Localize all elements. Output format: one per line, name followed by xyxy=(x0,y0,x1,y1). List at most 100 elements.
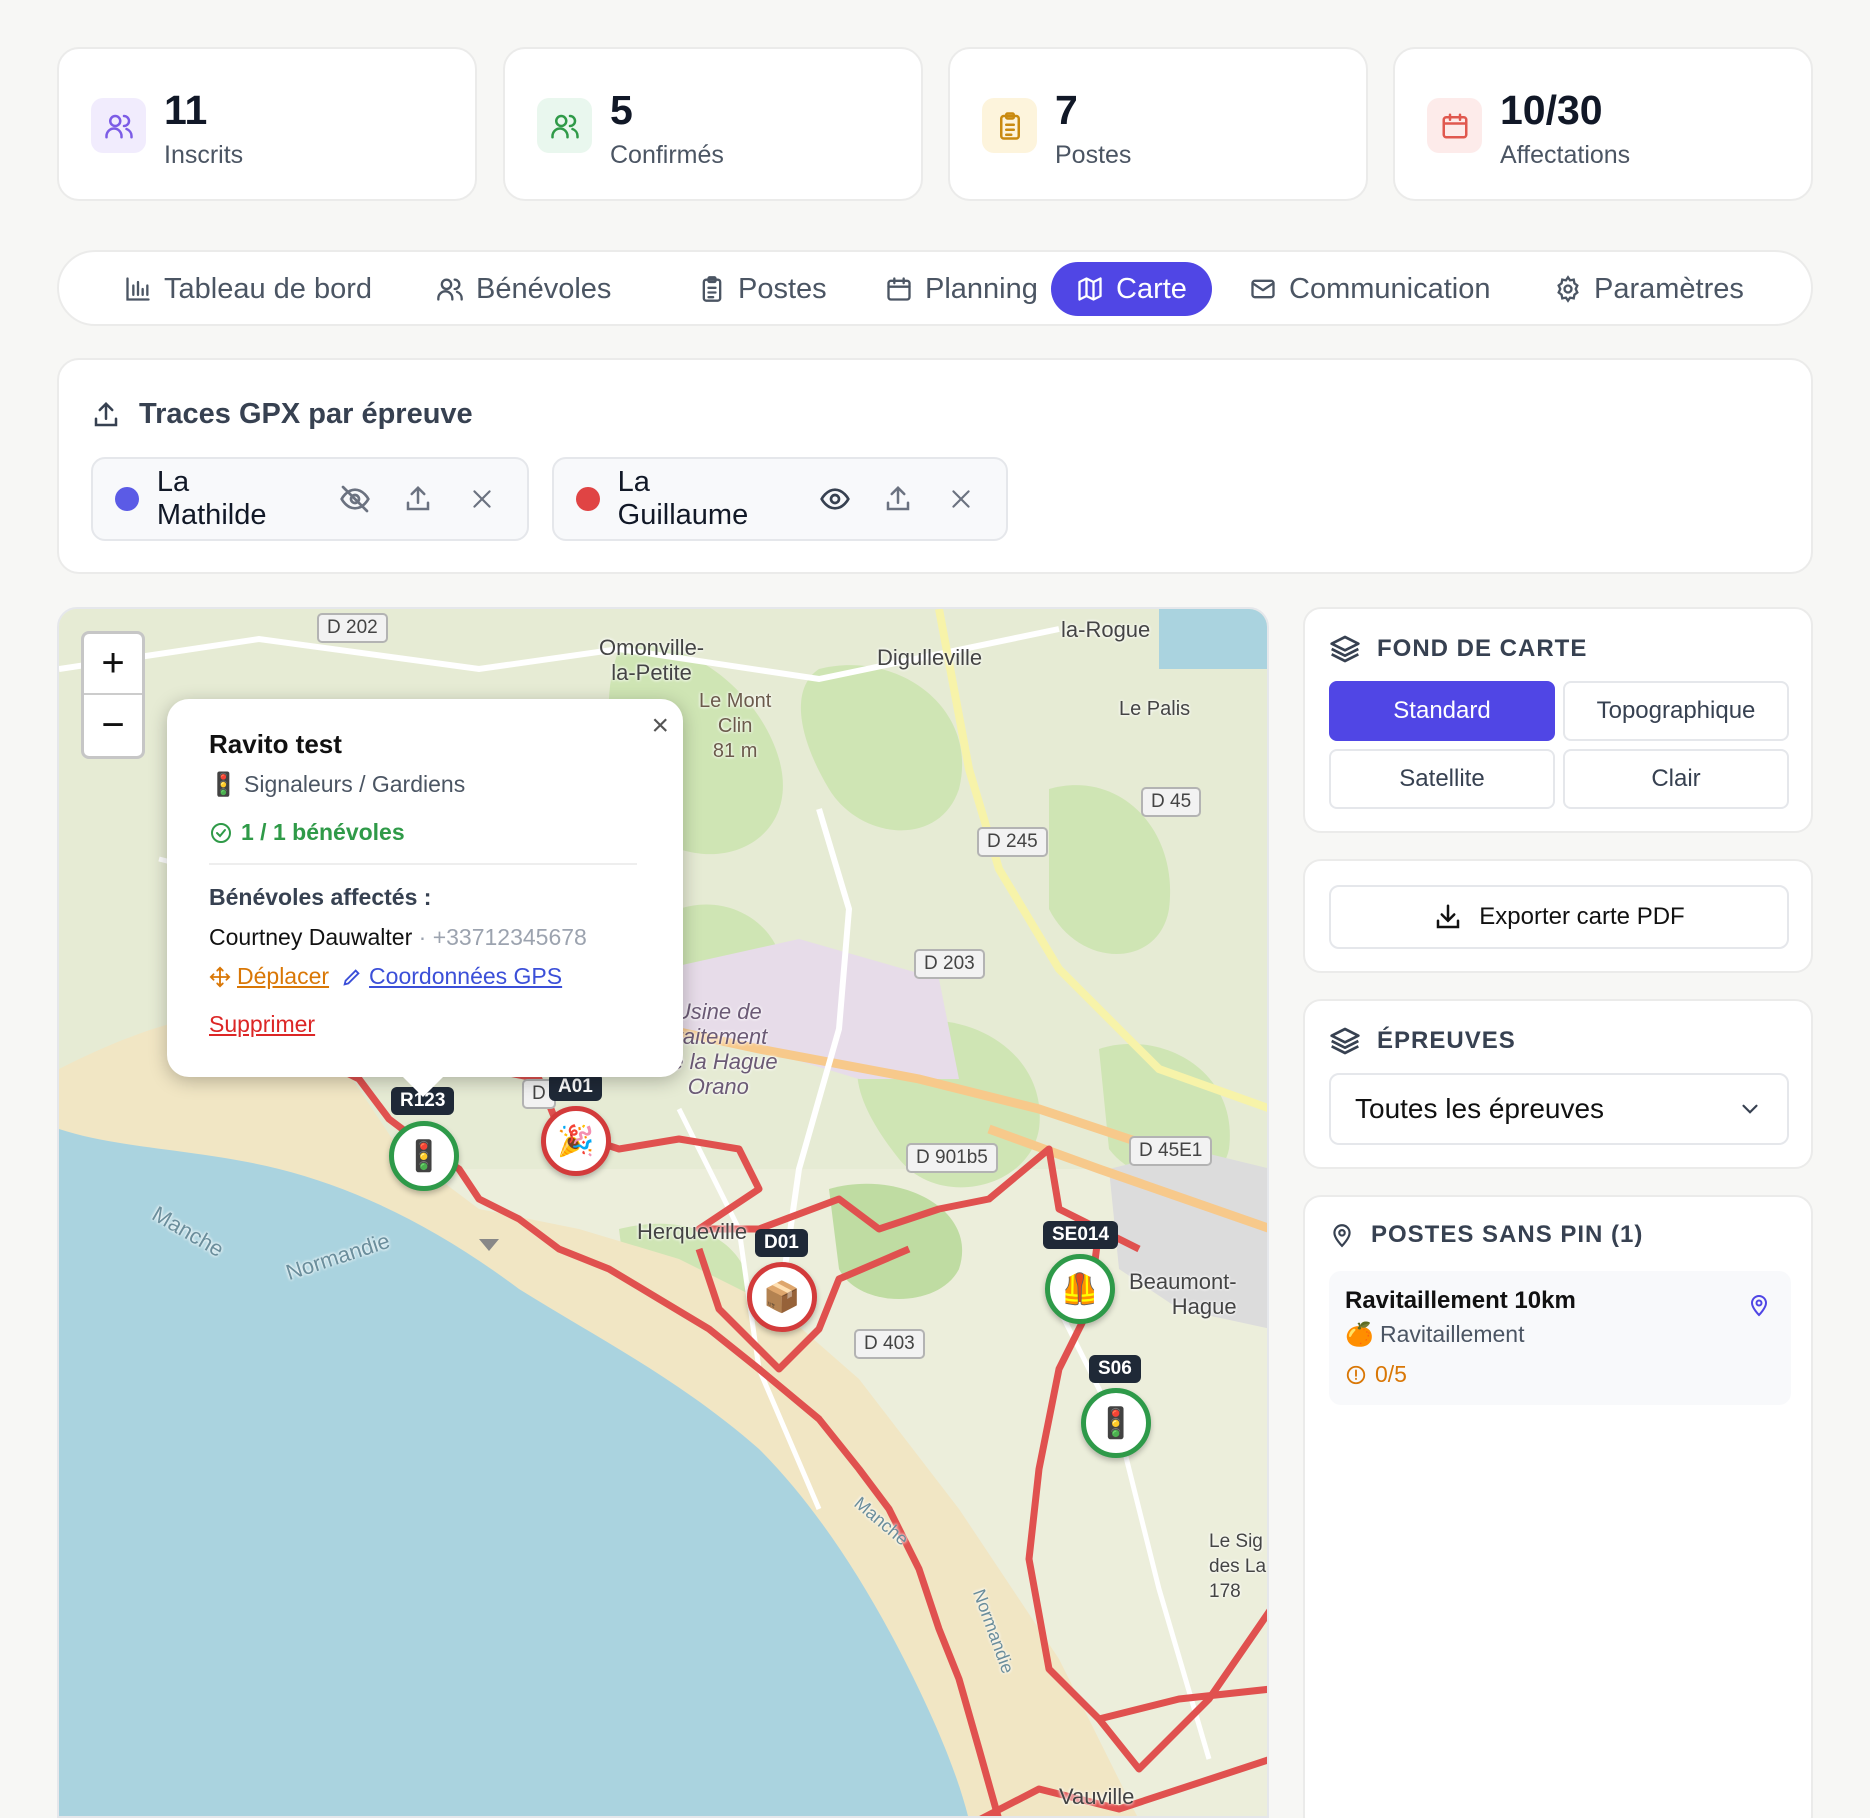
tab-label: Carte xyxy=(1116,272,1187,305)
stat-label: Confirmés xyxy=(610,141,724,169)
pin-code-tag: S06 xyxy=(1089,1355,1141,1383)
map-pin-s06[interactable]: 🚦 xyxy=(1081,1388,1151,1458)
popup-close-button[interactable]: × xyxy=(651,709,669,743)
popup-actions: Déplacer Coordonnées GPS xyxy=(209,963,562,990)
zoom-control: + − xyxy=(81,631,145,759)
map-pin-d01[interactable]: 📦 xyxy=(747,1262,817,1332)
eye-icon[interactable] xyxy=(812,483,857,515)
calendar-icon xyxy=(1427,98,1482,153)
gps-action[interactable]: Coordonnées GPS xyxy=(341,963,562,990)
road-label: D 203 xyxy=(914,949,985,979)
traffic-light-icon: 🚦 xyxy=(209,771,238,797)
stat-label: Inscrits xyxy=(164,141,244,169)
place-label: Le Palis xyxy=(1119,698,1191,720)
basemap-satellite-button[interactable]: Satellite xyxy=(1329,749,1555,809)
race-name: La Mathilde xyxy=(156,466,267,531)
races-filter-title: ÉPREUVES xyxy=(1329,1025,1516,1057)
tab-parametres[interactable]: Paramètres xyxy=(1529,262,1769,316)
pencil-icon xyxy=(343,968,360,986)
road-label: D 901b5 xyxy=(906,1143,998,1173)
stat-card-inscrits: 11 Inscrits xyxy=(57,47,477,201)
races-select[interactable]: Toutes les épreuves xyxy=(1329,1073,1789,1145)
popup-volunteer-count: 1 / 1 bénévoles xyxy=(209,819,405,846)
users-icon xyxy=(91,98,146,153)
no-pin-item-name: Ravitaillement 10km xyxy=(1345,1287,1576,1314)
road-label: D 202 xyxy=(317,613,388,643)
place-label: Digulleville xyxy=(877,645,983,670)
tab-postes[interactable]: Postes xyxy=(673,262,852,316)
alert-circle-icon xyxy=(1346,1365,1366,1384)
gear-icon xyxy=(1557,275,1579,303)
race-color-dot xyxy=(576,487,600,511)
orange-icon: 🍊 xyxy=(1345,1321,1374,1347)
export-pdf-button[interactable]: Exporter carte PDF xyxy=(1329,885,1789,949)
stat-card-confirmes: 5 Confirmés xyxy=(503,47,923,201)
clipboard-icon xyxy=(702,276,722,302)
map-pin-r123[interactable]: 🚦 xyxy=(389,1121,459,1191)
mail-icon xyxy=(1251,279,1275,299)
basemap-panel: FOND DE CARTE Standard Topographique Sat… xyxy=(1303,607,1813,833)
no-pin-item-count: 0/5 xyxy=(1345,1361,1407,1388)
basemap-clair-button[interactable]: Clair xyxy=(1563,749,1789,809)
no-pin-item-type: 🍊 Ravitaillement xyxy=(1345,1321,1525,1347)
move-action[interactable]: Déplacer xyxy=(209,963,329,990)
road-label: D 403 xyxy=(854,1329,925,1359)
pin-code-tag: SE014 xyxy=(1043,1221,1119,1249)
place-label: Beaumont- Hague xyxy=(1129,1269,1237,1319)
no-pin-title: POSTES SANS PIN (1) xyxy=(1329,1221,1643,1249)
bar-chart-icon xyxy=(126,277,150,301)
tab-benevoles[interactable]: Bénévoles xyxy=(411,262,636,316)
place-label: Omonville- la-Petite xyxy=(599,635,705,685)
tab-label: Paramètres xyxy=(1594,272,1744,305)
basemap-topographique-button[interactable]: Topographique xyxy=(1563,681,1789,741)
popup-type: 🚦 Signaleurs / Gardiens xyxy=(209,771,466,797)
stat-value: 7 xyxy=(1055,87,1078,133)
tab-label: Communication xyxy=(1289,272,1491,305)
upload-icon[interactable] xyxy=(875,484,920,514)
popup-volunteer: Courtney Dauwalter · +33712345678 xyxy=(209,924,587,950)
race-name: La Guillaume xyxy=(617,466,749,531)
tab-label: Tableau de bord xyxy=(164,272,372,305)
place-label: Le Sig des La 178 xyxy=(1209,1531,1267,1602)
basemap-standard-button[interactable]: Standard xyxy=(1329,681,1555,741)
stat-label: Postes xyxy=(1055,141,1132,169)
map-pin-a01[interactable]: 🎉 xyxy=(541,1106,611,1176)
race-chip-la-guillaume: La Guillaume xyxy=(552,457,1008,541)
place-pin-button[interactable] xyxy=(1747,1293,1771,1322)
eye-off-icon[interactable] xyxy=(332,483,378,515)
popup-divider xyxy=(209,863,637,865)
race-color-dot xyxy=(115,487,139,511)
map-view[interactable]: D 202 D 45 D 245 D 203 D 901b5 D 45E1 D … xyxy=(57,607,1269,1818)
basemap-title: FOND DE CARTE xyxy=(1329,633,1587,665)
close-icon[interactable] xyxy=(459,486,505,512)
chevron-down-icon xyxy=(1742,1104,1758,1114)
popup-assigned-heading: Bénévoles affectés : xyxy=(209,884,432,910)
calendar-icon xyxy=(887,277,911,301)
tab-planning[interactable]: Planning xyxy=(860,262,1063,316)
popup-title: Ravito test xyxy=(209,729,342,759)
close-icon[interactable] xyxy=(939,486,984,512)
pin-popup: × Ravito test 🚦 Signaleurs / Gardiens 1 … xyxy=(167,699,683,1097)
tab-tableau-de-bord[interactable]: Tableau de bord xyxy=(99,262,397,316)
tab-communication[interactable]: Communication xyxy=(1224,262,1515,316)
stat-card-postes: 7 Postes xyxy=(948,47,1368,201)
map-icon xyxy=(1078,277,1102,301)
stat-value: 10/30 xyxy=(1500,87,1603,133)
zoom-in-button[interactable]: + xyxy=(84,634,142,695)
no-pin-item[interactable]: Ravitaillement 10km 🍊 Ravitaillement 0/5 xyxy=(1329,1271,1791,1405)
road-label: D 45E1 xyxy=(1129,1136,1213,1166)
users-icon xyxy=(537,98,592,153)
layers-icon xyxy=(1330,635,1360,663)
tab-label: Planning xyxy=(925,272,1038,305)
check-circle-icon xyxy=(211,822,231,843)
zoom-out-button[interactable]: − xyxy=(84,695,142,756)
main-tabs: Tableau de bord Bénévoles Postes Plannin… xyxy=(57,250,1813,326)
map-pin-se014[interactable]: 🦺 xyxy=(1045,1254,1115,1324)
tab-label: Postes xyxy=(738,272,827,305)
stat-value: 11 xyxy=(164,87,208,133)
map-pin-icon xyxy=(1750,1295,1768,1317)
gpx-traces-panel: Traces GPX par épreuve La Mathilde La Gu… xyxy=(57,358,1813,574)
tab-carte[interactable]: Carte xyxy=(1051,262,1212,316)
upload-icon[interactable] xyxy=(396,484,442,514)
delete-action[interactable]: Supprimer xyxy=(209,1011,315,1038)
